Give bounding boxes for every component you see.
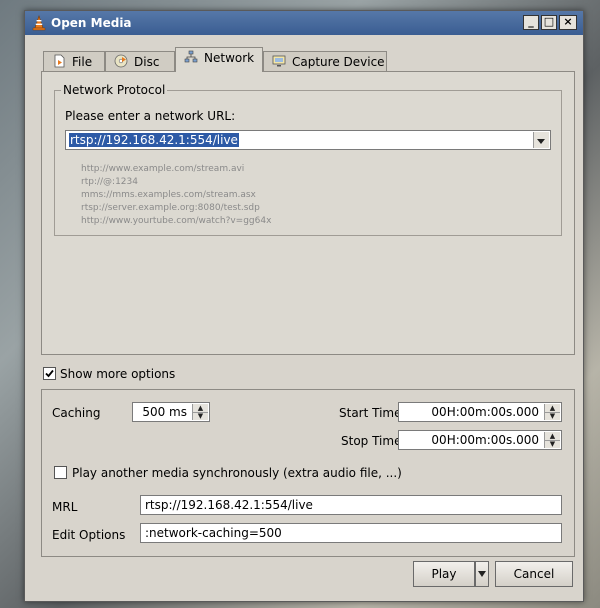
url-example: http://www.yourtube.com/watch?v=gg64x — [81, 216, 272, 226]
play-button-label: Play — [431, 567, 457, 581]
tab-file[interactable]: File — [43, 51, 105, 71]
network-url-value: rtsp://192.168.42.1:554/live — [69, 133, 239, 147]
network-tab-panel: Network Protocol Please enter a network … — [41, 71, 575, 355]
tab-disc-label: Disc — [134, 55, 160, 69]
play-button[interactable]: Play — [413, 561, 475, 587]
mrl-field[interactable]: rtsp://192.168.42.1:554/live — [140, 495, 562, 515]
tab-file-label: File — [72, 55, 93, 69]
open-media-dialog: Open Media _ □ × File Disc Network Captu… — [24, 10, 584, 602]
spin-down-icon[interactable]: ▼ — [193, 412, 208, 420]
spin-down-icon[interactable]: ▼ — [545, 440, 560, 448]
url-example: rtp://@:1234 — [81, 177, 138, 187]
url-example: rtsp://server.example.org:8080/test.sdp — [81, 203, 260, 213]
vlc-cone-icon — [32, 15, 46, 31]
network-icon — [184, 50, 198, 63]
edit-options-field[interactable]: :network-caching=500 — [140, 523, 562, 543]
url-example: http://www.example.com/stream.avi — [81, 164, 245, 174]
tab-disc[interactable]: Disc — [105, 51, 175, 71]
show-more-options-checkbox[interactable] — [43, 367, 56, 380]
cancel-button-label: Cancel — [513, 567, 555, 581]
close-button[interactable]: × — [559, 15, 577, 30]
file-icon — [54, 54, 65, 68]
show-more-options-label: Show more options — [60, 367, 176, 381]
play-synchronously-label: Play another media synchronously (extra … — [72, 466, 402, 480]
tab-capture-device[interactable]: Capture Device — [263, 51, 387, 71]
play-synchronously-checkbox[interactable] — [54, 466, 67, 479]
tab-network[interactable]: Network — [175, 47, 263, 72]
title-bar[interactable]: Open Media _ □ × — [25, 11, 583, 35]
edit-options-value: :network-caching=500 — [145, 526, 282, 540]
checkmark-icon — [45, 369, 54, 378]
start-time-value: 00H:00m:00s.000 — [431, 405, 539, 419]
caching-label: Caching — [52, 406, 101, 420]
minimize-button[interactable]: _ — [523, 15, 539, 30]
chevron-down-icon — [478, 571, 486, 577]
caching-spin-buttons[interactable]: ▲ ▼ — [192, 404, 208, 420]
caching-spinbox[interactable]: 500 ms ▲ ▼ — [132, 402, 210, 422]
stop-time-label: Stop Time — [341, 434, 402, 448]
url-dropdown-button[interactable] — [533, 132, 549, 148]
mrl-value: rtsp://192.168.42.1:554/live — [145, 498, 313, 512]
cancel-button[interactable]: Cancel — [495, 561, 573, 587]
spin-down-icon[interactable]: ▼ — [545, 412, 560, 420]
start-time-label: Start Time — [339, 406, 402, 420]
start-time-spin-buttons[interactable]: ▲ ▼ — [544, 404, 560, 420]
play-options-dropdown[interactable] — [475, 561, 489, 587]
url-example: mms://mms.examples.com/stream.asx — [81, 190, 256, 200]
chevron-down-icon — [537, 139, 545, 144]
network-protocol-title: Network Protocol — [61, 83, 168, 97]
url-examples: http://www.example.com/stream.avi rtp://… — [81, 163, 271, 228]
disc-icon — [114, 54, 128, 68]
tab-network-label: Network — [204, 51, 255, 65]
stop-time-value: 00H:00m:00s.000 — [431, 433, 539, 447]
maximize-button[interactable]: □ — [541, 15, 557, 30]
start-time-spinbox[interactable]: 00H:00m:00s.000 ▲ ▼ — [398, 402, 562, 422]
url-prompt-label: Please enter a network URL: — [65, 109, 236, 123]
window-title: Open Media — [51, 16, 132, 30]
network-protocol-group: Network Protocol Please enter a network … — [54, 83, 562, 236]
capture-device-icon — [272, 55, 286, 67]
caching-value: 500 ms — [142, 405, 187, 419]
mrl-label: MRL — [52, 500, 78, 514]
more-options-panel: Caching 500 ms ▲ ▼ Start Time 00H:00m:00… — [41, 389, 575, 557]
network-url-combobox[interactable]: rtsp://192.168.42.1:554/live — [65, 130, 551, 150]
tab-capture-device-label: Capture Device — [292, 55, 385, 69]
stop-time-spinbox[interactable]: 00H:00m:00s.000 ▲ ▼ — [398, 430, 562, 450]
stop-time-spin-buttons[interactable]: ▲ ▼ — [544, 432, 560, 448]
edit-options-label: Edit Options — [52, 528, 126, 542]
